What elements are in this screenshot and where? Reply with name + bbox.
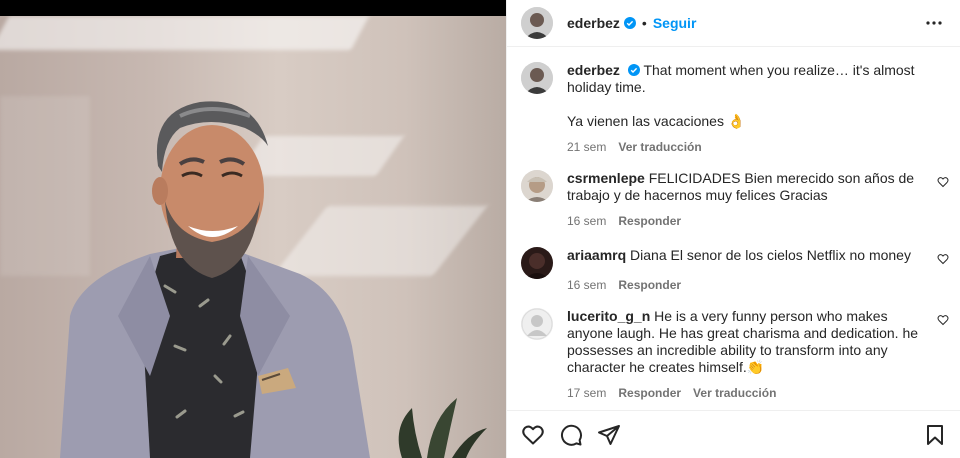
heart-icon[interactable] [521, 423, 545, 447]
comment-time[interactable]: 17 sem [567, 386, 606, 400]
post-side-panel: ederbez • Seguir ederbez That moment whe… [506, 0, 960, 458]
caption-time[interactable]: 21 sem [567, 140, 606, 154]
comment-username[interactable]: csrmenlepe [567, 170, 645, 186]
comment-item: lucerito_g_n He is a very funny person w… [521, 308, 949, 400]
verified-icon [623, 17, 636, 29]
commenter-avatar[interactable] [521, 308, 553, 340]
comment-username[interactable]: lucerito_g_n [567, 308, 650, 324]
commenter-avatar[interactable] [521, 247, 553, 279]
reply-button[interactable]: Responder [618, 214, 681, 228]
translate-link[interactable]: Ver traducción [693, 386, 776, 400]
plant-decoration [398, 398, 487, 458]
caption-text: That moment when you realize… it's almos… [567, 62, 915, 95]
reply-button[interactable]: Responder [618, 386, 681, 400]
author-username[interactable]: ederbez [567, 15, 620, 31]
caption-text-2: Ya vienen las vacaciones 👌 [567, 113, 746, 129]
instagram-post-modal: ederbez • Seguir ederbez That moment whe… [0, 0, 960, 458]
comment-time[interactable]: 16 sem [567, 214, 606, 228]
heart-icon[interactable] [937, 176, 949, 188]
caption-avatar[interactable] [521, 62, 553, 94]
comment-icon[interactable] [559, 423, 583, 447]
comment-text: Diana El senor de los cielos Netflix no … [630, 247, 911, 263]
share-icon[interactable] [597, 423, 621, 447]
comments-list[interactable]: ederbez That moment when you realize… it… [507, 48, 960, 410]
author-avatar[interactable] [521, 7, 553, 39]
comment-time[interactable]: 16 sem [567, 278, 606, 292]
post-header: ederbez • Seguir [507, 0, 960, 47]
verified-icon [627, 64, 640, 76]
post-actions-bar [507, 410, 960, 458]
comment-username[interactable]: ariaamrq [567, 247, 626, 263]
comment-item: csrmenlepe FELICIDADES Bien merecido son… [521, 170, 949, 228]
heart-icon[interactable] [937, 314, 949, 326]
caption-item: ederbez That moment when you realize… it… [521, 62, 949, 154]
heart-icon[interactable] [937, 253, 949, 265]
translate-link[interactable]: Ver traducción [618, 140, 701, 154]
save-icon[interactable] [923, 423, 947, 447]
post-media[interactable] [0, 0, 506, 458]
commenter-avatar[interactable] [521, 170, 553, 202]
follow-button[interactable]: Seguir [653, 15, 697, 31]
reply-button[interactable]: Responder [618, 278, 681, 292]
separator-dot: • [641, 15, 647, 31]
caption-username[interactable]: ederbez [567, 62, 620, 78]
comment-item: ariaamrq Diana El senor de los cielos Ne… [521, 247, 949, 292]
post-photo [0, 16, 506, 458]
more-options-icon[interactable] [922, 11, 946, 35]
